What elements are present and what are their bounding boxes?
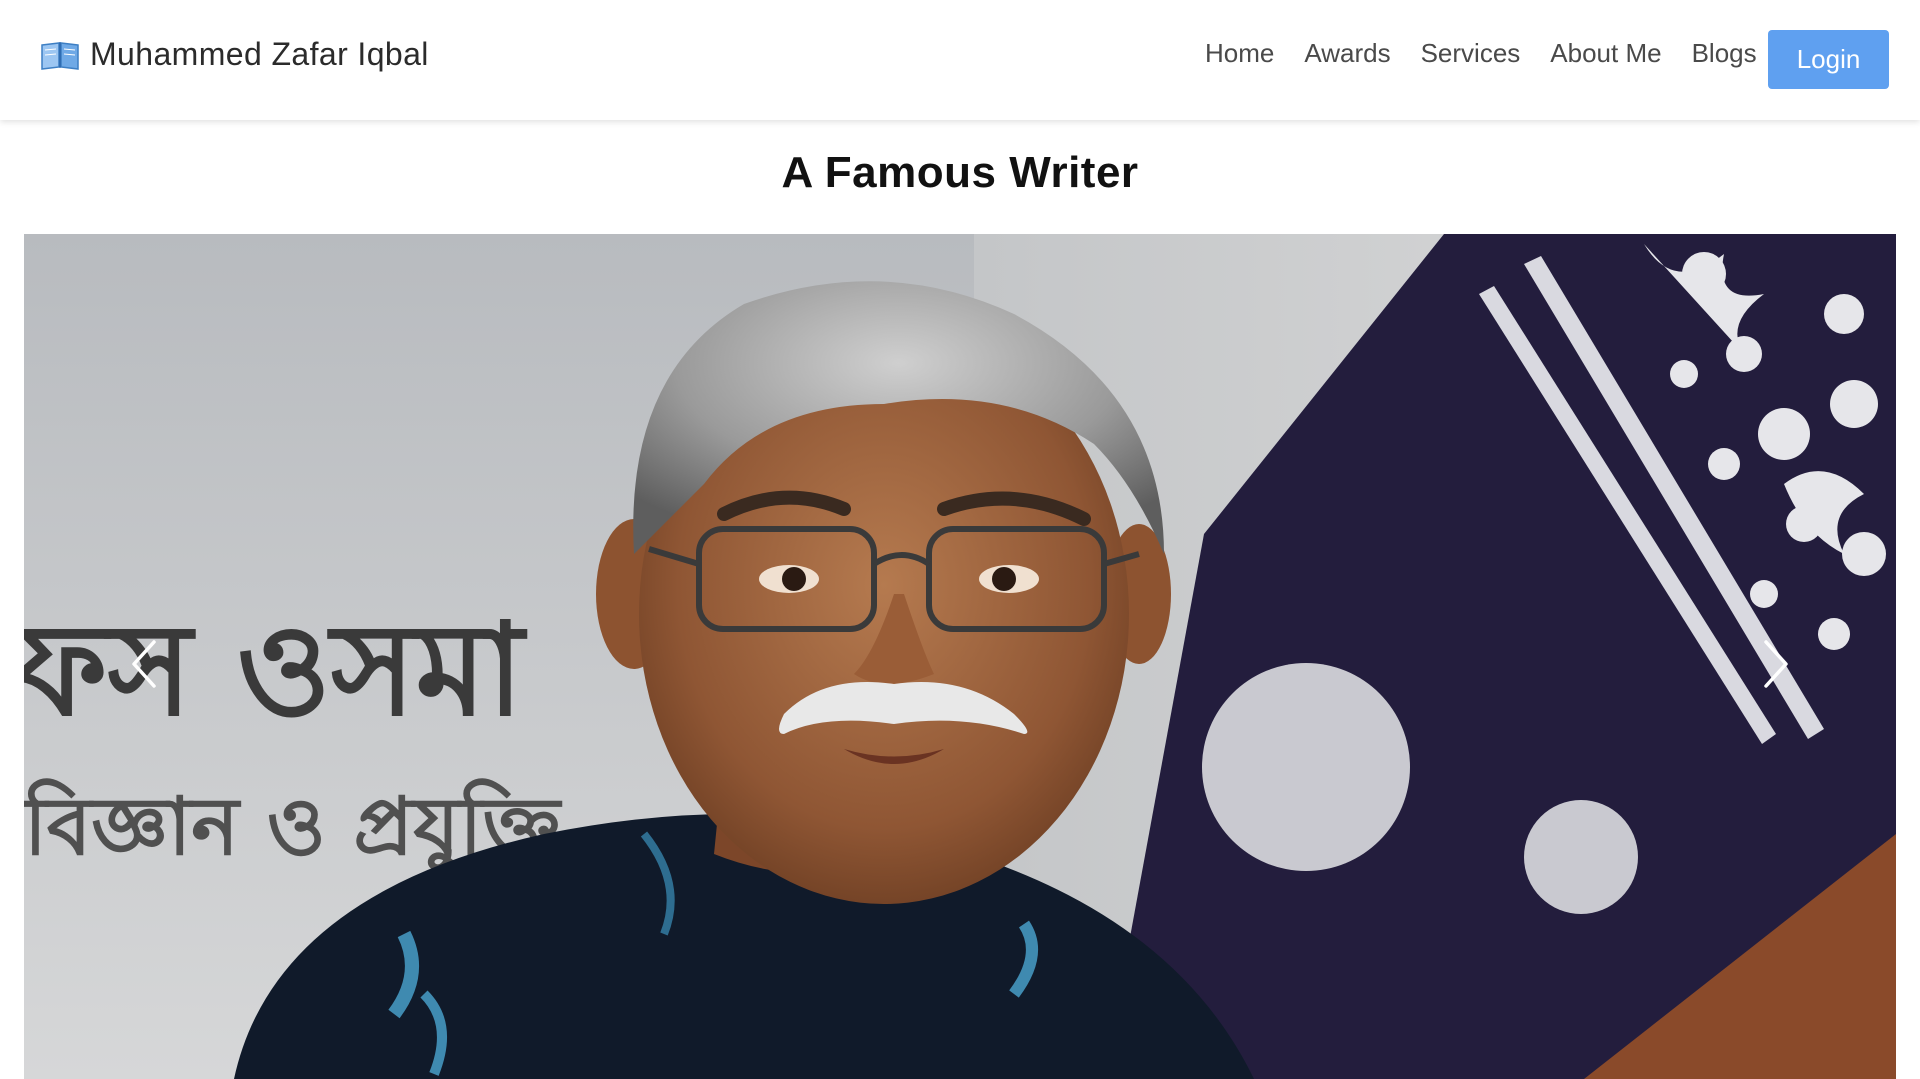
page-title: A Famous Writer — [781, 148, 1139, 197]
chevron-left-icon — [132, 640, 156, 688]
nav-links: Home Awards Services About Me Blogs — [1190, 38, 1772, 69]
brand-link[interactable]: Muhammed Zafar Iqbal — [40, 36, 429, 73]
nav-link-awards[interactable]: Awards — [1289, 38, 1405, 69]
login-button[interactable]: Login — [1768, 30, 1889, 89]
chevron-right-icon — [1764, 640, 1788, 688]
nav-link-blogs[interactable]: Blogs — [1677, 38, 1772, 69]
brand-name: Muhammed Zafar Iqbal — [90, 36, 429, 72]
hero-carousel: ফস ওসমা বিজ্ঞান ও প্রযুক্তি — [24, 234, 1896, 1079]
open-book-icon — [41, 41, 79, 70]
nav-link-home[interactable]: Home — [1190, 38, 1289, 69]
navbar: Muhammed Zafar Iqbal Home Awards Service… — [0, 0, 1920, 120]
carousel-slide-image: ফস ওসমা বিজ্ঞান ও প্রযুক্তি — [24, 234, 1896, 1079]
wall-text-line1: ফস ওসমা — [24, 596, 528, 745]
nav-link-about-me[interactable]: About Me — [1535, 38, 1676, 69]
carousel-prev-button[interactable] — [104, 614, 184, 714]
nav-link-services[interactable]: Services — [1406, 38, 1536, 69]
carousel-next-button[interactable] — [1736, 614, 1816, 714]
